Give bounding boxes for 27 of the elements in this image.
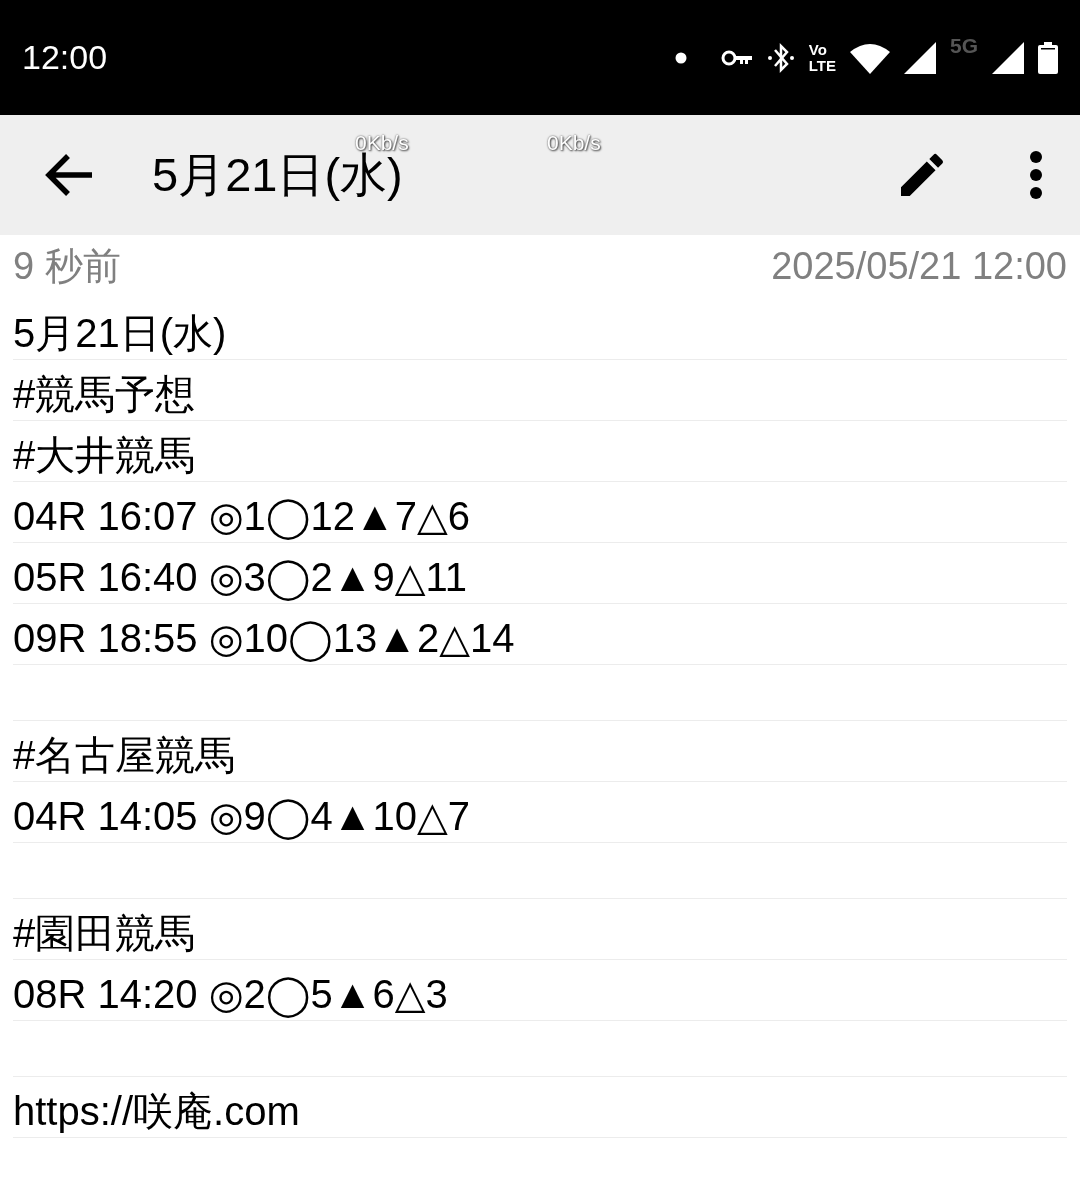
lte-label: LTE xyxy=(808,57,836,74)
network-type: 5G xyxy=(950,33,978,58)
battery-icon xyxy=(1038,41,1058,74)
note-line: #名古屋競馬 xyxy=(13,732,236,779)
key-icon xyxy=(720,48,753,67)
note-line: 5月21日(水) xyxy=(13,310,227,357)
note-line: 09R 18:55 ◎10◯13▲2△14 xyxy=(13,615,515,664)
note-line: #競馬予想 xyxy=(13,371,196,418)
volte-label: Vo xyxy=(808,41,828,58)
relative-time: 9 秒前 xyxy=(13,243,121,289)
note-line: 08R 14:20 ◎2◯5▲6△3 xyxy=(13,971,448,1020)
note-line: 04R 16:07 ◎1◯12▲7△6 xyxy=(13,493,470,542)
timestamp: 2025/05/21 12:00 xyxy=(771,244,1067,288)
signal-icon xyxy=(992,41,1024,74)
note-line: 04R 14:05 ◎9◯4▲10△7 xyxy=(13,793,470,842)
note-line: #大井競馬 xyxy=(13,432,196,479)
more-options-button[interactable] xyxy=(1028,150,1044,200)
back-button[interactable] xyxy=(44,152,94,198)
dot-icon xyxy=(674,51,687,64)
signal-icon xyxy=(904,41,936,74)
wifi-icon xyxy=(850,41,890,74)
clock-time: 12:00 xyxy=(22,38,108,77)
note-line: 05R 16:40 ◎3◯2▲9△11 xyxy=(13,554,467,603)
note-line: https://咲庵.com xyxy=(13,1088,300,1135)
bluetooth-icon xyxy=(766,41,795,74)
network-speed: 0Kb/s xyxy=(547,131,601,155)
note-line: #園田競馬 xyxy=(13,910,196,957)
